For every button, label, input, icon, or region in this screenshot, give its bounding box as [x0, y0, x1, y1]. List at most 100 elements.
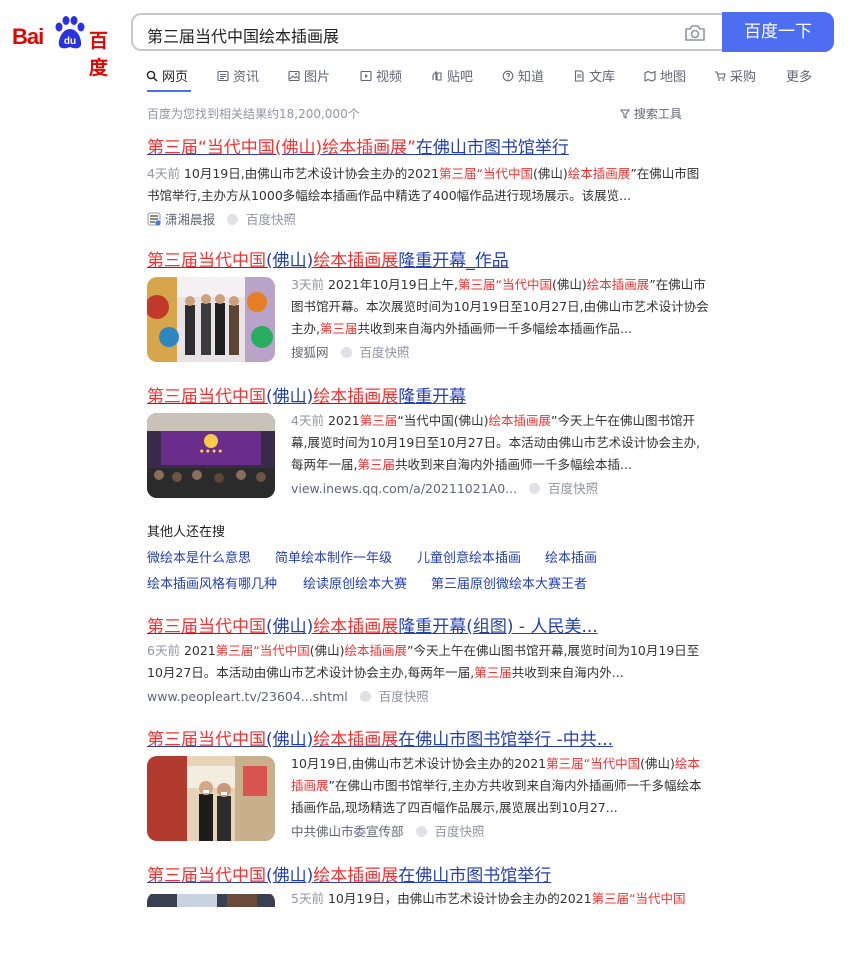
result-thumbnail[interactable] — [147, 756, 275, 841]
related-search-link[interactable]: 儿童创意绘本插画 — [417, 547, 521, 566]
text-segment: 10月19日,由佛山市艺术设计协会主办的2021 — [183, 166, 440, 181]
photo-partial-image — [147, 894, 275, 907]
highlight-keyword: 第三届当代中国 — [147, 251, 266, 271]
related-search-link[interactable]: 绘读原创绘本大赛 — [303, 573, 407, 592]
tab-video[interactable]: 视频 — [360, 66, 402, 85]
result-source[interactable]: 中共佛山市委宣传部 — [291, 824, 404, 839]
tab-cart[interactable]: 采购 — [714, 66, 756, 85]
abstract-text: 2021年10月19日上午,第三届“当代中国(佛山)绘本插画展”在佛山市图书馆开… — [291, 277, 709, 336]
highlight-keyword: 绘本插画展 — [313, 617, 399, 637]
text-segment: 隆重开幕 — [398, 387, 467, 407]
search-query[interactable]: 第三届当代中国绘本插画展 — [147, 23, 339, 47]
snapshot-link[interactable]: 百度快照 — [360, 345, 410, 360]
tab-doc[interactable]: 文库 — [573, 66, 615, 85]
search-input[interactable]: 第三届当代中国绘本插画展 — [131, 13, 724, 51]
result-title[interactable]: 第三届当代中国(佛山)绘本插画展在佛山市图书馆举行 — [147, 866, 551, 886]
tab-search[interactable]: 网页 — [146, 66, 188, 85]
result-abstract: 6天前 2021第三届“当代中国(佛山)绘本插画展”今天上午在佛山图书馆开幕,展… — [147, 640, 707, 684]
tab-map[interactable]: 地图 — [644, 66, 686, 85]
related-search-link[interactable]: 微绘本是什么意思 — [147, 547, 251, 566]
search-icon — [146, 70, 158, 82]
tab-tieba[interactable]: 贴吧 — [431, 66, 473, 85]
text-segment: 共收到来自海内外插画师一千多幅绘本插... — [395, 457, 632, 472]
result-title[interactable]: 第三届当代中国(佛山)绘本插画展在佛山市图书馆举行 -中共... — [147, 730, 613, 750]
news-icon — [217, 70, 229, 82]
result-thumbnail[interactable]: ● ● ● ● — [147, 413, 275, 498]
result-body: 10月19日,由佛山市艺术设计协会主办的2021第三届“当代中国(佛山)绘本插画… — [291, 753, 711, 840]
highlight-keyword: 绘本插画展 — [586, 277, 650, 292]
highlight-keyword: 第三届当代中国 — [147, 730, 266, 750]
tab-news[interactable]: 资讯 — [217, 66, 259, 85]
related-search-link[interactable]: 绘本插画风格有哪几种 — [147, 573, 277, 592]
search-tools-button[interactable]: 搜索工具 — [620, 105, 682, 122]
text-segment: 2021 — [183, 643, 216, 658]
result-source[interactable]: www.peopleart.tv/23604...shtml — [147, 689, 348, 704]
active-tab-indicator — [147, 90, 191, 92]
result-thumbnail[interactable] — [147, 277, 275, 362]
text-segment: (佛山) — [266, 866, 314, 886]
camera-icon[interactable] — [684, 24, 706, 42]
tab-label: 视频 — [376, 70, 403, 85]
text-segment: 共收到来自海内外... — [511, 665, 624, 680]
tab-more[interactable]: 更多 — [786, 66, 812, 85]
baidu-logo[interactable]: Bai du 百度 — [12, 14, 116, 79]
highlight-keyword: 第三届 — [319, 321, 358, 336]
related-search-link[interactable]: 绘本插画 — [545, 547, 597, 566]
svg-text:● ● ● ●: ● ● ● ● — [200, 448, 223, 455]
logo-chinese: 百度 — [89, 30, 109, 79]
search-button[interactable]: 百度一下 — [722, 12, 834, 52]
snapshot-dot-icon — [227, 214, 239, 225]
highlight-keyword: 绘本插画展 — [313, 730, 399, 750]
snapshot-dot-icon — [359, 691, 371, 702]
result-count: 百度为您找到相关结果约18,200,000个 — [147, 107, 360, 121]
logo-latin: Bai — [12, 24, 44, 49]
result-source[interactable]: 潇湘晨报 — [165, 212, 215, 227]
text-segment: 在佛山市图书馆举行 — [415, 138, 569, 158]
result-time: 6天前 — [147, 643, 180, 658]
doc-icon — [574, 70, 584, 82]
question-icon — [502, 70, 514, 82]
abstract-text: 2021第三届“当代中国(佛山)绘本插画展”今天上午在佛山图书馆开幕,展览时间为… — [147, 643, 699, 680]
snapshot-link[interactable]: 百度快照 — [246, 212, 296, 227]
related-searches-title: 其他人还在搜 — [147, 525, 226, 540]
result-source[interactable]: 搜狐网 — [291, 345, 329, 360]
related-search-link[interactable]: 第三届原创微绘本大赛王者 — [431, 573, 587, 592]
result-source-row: 搜狐网 百度快照 — [291, 342, 711, 361]
text-segment: 共收到来自海内外插画师一千多幅绘本插画作品... — [357, 321, 632, 336]
text-segment: 隆重开幕(组图) - 人民美... — [398, 617, 598, 637]
text-segment: 10月19日,由佛山市艺术设计协会主办的2021 — [291, 756, 547, 771]
result-source[interactable]: view.inews.qq.com/a/20211021A0... — [291, 481, 517, 496]
tab-label: 知道 — [518, 70, 545, 85]
tab-label: 网页 — [162, 70, 189, 85]
highlight-keyword: 绘本插画展 — [313, 387, 399, 407]
highlight-keyword: 绘本插画展 — [488, 413, 552, 428]
result-title[interactable]: 第三届当代中国(佛山)绘本插画展隆重开幕 — [147, 387, 466, 407]
result-time: 4天前 — [147, 166, 180, 181]
snapshot-link[interactable]: 百度快照 — [435, 824, 485, 839]
result-item: 第三届“当代中国(佛山)绘本插画展”在佛山市图书馆举行 4天前 10月19日,由… — [147, 133, 707, 228]
highlight-keyword: 第三届“当代中国(佛山)绘本插画展” — [147, 138, 416, 158]
snapshot-link[interactable]: 百度快照 — [379, 689, 429, 704]
highlight-keyword: 第三届“当代中国 — [458, 277, 553, 292]
highlight-keyword: 第三届“当代中国 — [439, 166, 534, 181]
text-segment: “当代中国(佛山) — [397, 413, 489, 428]
text-segment: (佛山) — [552, 277, 587, 292]
abstract-text: 2021第三届“当代中国(佛山)绘本插画展”今天上午在佛山图书馆开幕,展览时间为… — [291, 413, 700, 472]
tab-image[interactable]: 图片 — [288, 66, 330, 85]
tab-question[interactable]: 知道 — [502, 66, 544, 85]
result-item: 第三届当代中国(佛山)绘本插画展隆重开幕_作品 — [147, 246, 707, 271]
related-search-link[interactable]: 简单绘本制作一年级 — [275, 547, 392, 566]
result-abstract: 4天前 2021第三届“当代中国(佛山)绘本插画展”今天上午在佛山图书馆开幕,展… — [291, 410, 711, 476]
result-title[interactable]: 第三届当代中国(佛山)绘本插画展隆重开幕_作品 — [147, 251, 509, 271]
result-title[interactable]: 第三届当代中国(佛山)绘本插画展隆重开幕(组图) - 人民美... — [147, 617, 598, 637]
text-segment: ”在佛山市图书馆举行,主办方共收到来自海内外插画师一千多幅绘本插画作品,现场精选… — [291, 778, 702, 815]
snapshot-dot-icon — [340, 347, 352, 358]
snapshot-link[interactable]: 百度快照 — [548, 481, 598, 496]
result-body: 4天前 2021第三届“当代中国(佛山)绘本插画展”今天上午在佛山图书馆开幕,展… — [291, 410, 711, 497]
text-segment: (佛山) — [266, 617, 314, 637]
paw-text: du — [64, 36, 76, 47]
result-time: 4天前 — [291, 413, 324, 428]
tieba-icon — [432, 70, 442, 81]
result-title[interactable]: 第三届“当代中国(佛山)绘本插画展”在佛山市图书馆举行 — [147, 138, 569, 158]
result-source-row: 中共佛山市委宣传部 百度快照 — [291, 821, 711, 840]
